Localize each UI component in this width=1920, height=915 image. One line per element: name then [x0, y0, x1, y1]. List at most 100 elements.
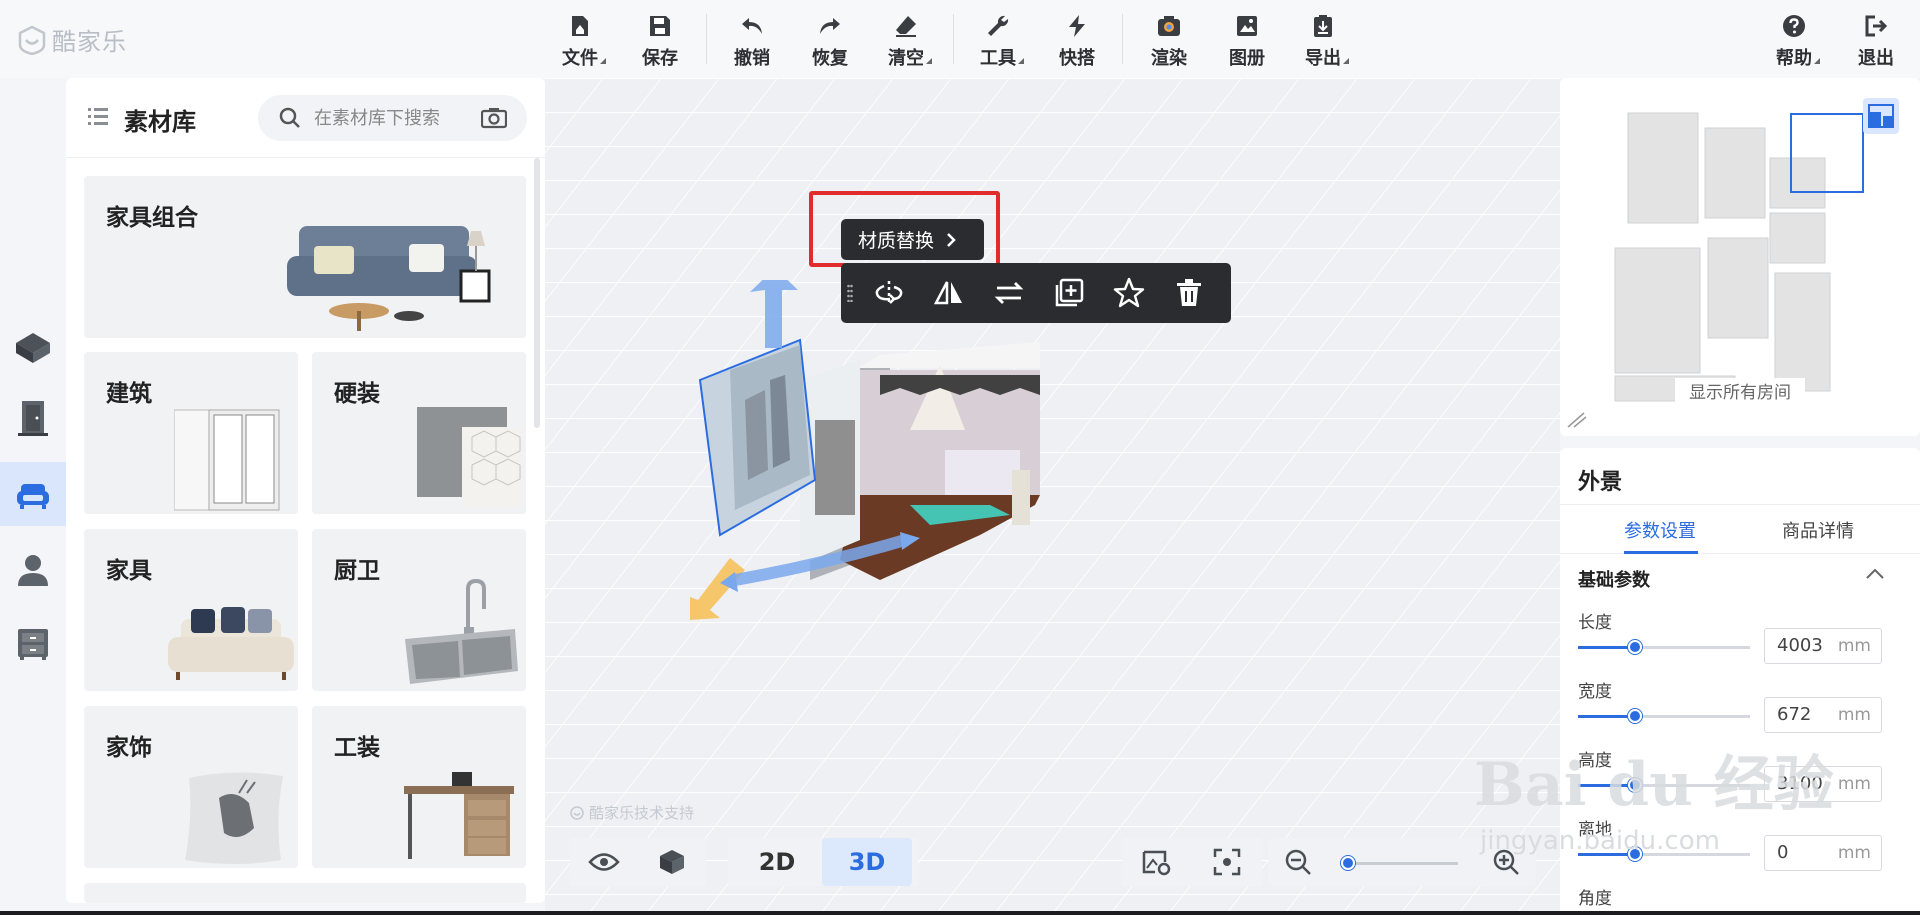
tools-button[interactable]: 工具 — [968, 10, 1028, 70]
zoom-slider-knob[interactable] — [1341, 856, 1355, 870]
library-scrollbar[interactable] — [534, 158, 540, 428]
redo-icon — [820, 18, 840, 34]
wrench-icon — [988, 15, 1009, 36]
rail-cabinet[interactable] — [0, 612, 66, 676]
rotate-button[interactable] — [859, 263, 919, 323]
tab-params[interactable]: 参数设置 — [1624, 517, 1696, 543]
door-icon — [18, 401, 48, 436]
view-3d-button[interactable]: 3D — [822, 838, 912, 886]
logout-icon — [1865, 15, 1888, 37]
floor-cube-icon — [16, 333, 50, 363]
param-value-input[interactable]: 4003 mm — [1764, 628, 1882, 664]
chevron-up-icon[interactable] — [1865, 568, 1885, 580]
card-kitchen-bath[interactable]: 厨卫 — [312, 529, 526, 691]
card-more[interactable] — [84, 883, 526, 903]
param-slider-knob[interactable] — [1627, 640, 1642, 654]
card-furniture-set[interactable]: 家具组合 — [84, 176, 526, 338]
favorite-button[interactable] — [1099, 263, 1159, 323]
card-furniture[interactable]: 家具 — [84, 529, 298, 691]
powered-by-label: 酷家乐技术支持 — [589, 804, 695, 822]
duplicate-button[interactable] — [1039, 263, 1099, 323]
rail-user[interactable] — [0, 538, 66, 602]
mirror-button[interactable] — [919, 263, 979, 323]
card-architecture[interactable]: 建筑 — [84, 352, 298, 514]
card-tooling[interactable]: 工装 — [312, 706, 526, 868]
pillow-image — [185, 772, 283, 864]
search-input[interactable] — [314, 107, 464, 129]
undo-label: 撤销 — [734, 48, 770, 69]
clear-label: 清空 — [888, 48, 924, 69]
resize-handle-icon[interactable] — [1566, 411, 1588, 429]
help-button[interactable]: 帮助 — [1764, 10, 1824, 70]
param-value-input[interactable]: 0 mm — [1764, 835, 1882, 871]
replace-button[interactable] — [979, 263, 1039, 323]
desk-image — [404, 772, 514, 859]
library-search[interactable] — [258, 95, 527, 141]
render-button[interactable]: 渲染 — [1139, 10, 1199, 70]
save-button[interactable]: 保存 — [630, 10, 690, 70]
trash-icon — [1177, 279, 1201, 306]
zoom-out-button[interactable] — [1268, 838, 1328, 886]
list-icon[interactable] — [88, 107, 110, 127]
cube-view-button[interactable] — [638, 838, 706, 886]
help-icon — [1783, 15, 1805, 37]
param-slider-knob[interactable] — [1627, 709, 1642, 723]
minimap-panel[interactable]: 显示所有房间 — [1560, 78, 1920, 436]
export-button[interactable]: 导出 — [1293, 10, 1353, 70]
param-label: 长度 — [1578, 613, 1612, 633]
card-hard-decor-label: 硬装 — [334, 381, 380, 407]
watermark: Bai du 经验 — [1474, 750, 1834, 820]
param-value-input[interactable]: 672 mm — [1764, 697, 1882, 733]
card-home-decor[interactable]: 家饰 — [84, 706, 298, 868]
rail-floorplan[interactable] — [0, 316, 66, 380]
param-row: 宽度 672 mm — [1578, 677, 1898, 737]
viewport-indicator[interactable] — [1790, 113, 1864, 193]
logo-small-icon — [570, 805, 584, 820]
exit-button[interactable]: 退出 — [1846, 10, 1906, 70]
clear-button[interactable]: 清空 — [876, 10, 936, 70]
redo-button[interactable]: 恢复 — [800, 10, 860, 70]
sink-image — [405, 579, 518, 684]
delete-button[interactable] — [1159, 263, 1219, 323]
exit-label: 退出 — [1858, 48, 1894, 69]
tools-label: 工具 — [980, 48, 1016, 69]
camera-settings-button[interactable] — [1122, 838, 1192, 886]
param-label: 宽度 — [1578, 682, 1612, 702]
properties-tabs: 参数设置 商品详情 — [1560, 504, 1920, 554]
redo-label: 恢复 — [812, 48, 848, 69]
rail-architecture[interactable] — [0, 386, 66, 450]
view-mode-switch: 2D 3D — [728, 838, 918, 886]
focus-button[interactable] — [1192, 838, 1262, 886]
help-label: 帮助 — [1776, 48, 1812, 69]
star-icon — [1113, 277, 1145, 308]
param-slider-fill — [1578, 646, 1635, 649]
file-button[interactable]: 文件 — [550, 10, 610, 70]
export-icon — [1314, 15, 1332, 37]
album-button[interactable]: 图册 — [1217, 10, 1277, 70]
undo-button[interactable]: 撤销 — [722, 10, 782, 70]
card-hard-decor[interactable]: 硬装 — [312, 352, 526, 514]
visibility-button[interactable] — [570, 838, 638, 886]
lightning-icon — [1069, 15, 1085, 37]
param-value: 672 — [1777, 704, 1812, 725]
minimap-toggle-button[interactable] — [1863, 98, 1899, 134]
render-label: 渲染 — [1151, 48, 1187, 69]
quick-build-button[interactable]: 快搭 — [1047, 10, 1107, 70]
tab-product-detail[interactable]: 商品详情 — [1782, 517, 1854, 543]
room-model[interactable] — [690, 280, 1060, 625]
zoom-slider-track[interactable] — [1348, 862, 1458, 865]
floorplan-toggle-icon — [1868, 104, 1894, 128]
camera-icon[interactable] — [481, 107, 507, 129]
search-icon[interactable] — [278, 106, 302, 130]
eraser-icon — [896, 16, 916, 37]
view-2d-button[interactable]: 2D — [732, 838, 822, 886]
param-row: 长度 4003 mm — [1578, 608, 1898, 668]
camera-settings-icon — [1142, 850, 1171, 876]
rail-furniture[interactable] — [0, 462, 66, 526]
show-all-rooms-button[interactable]: 显示所有房间 — [1675, 378, 1805, 408]
tiles-image — [417, 407, 522, 507]
drag-handle[interactable] — [841, 263, 859, 323]
eye-icon — [588, 853, 620, 871]
cube-icon — [660, 850, 684, 874]
powered-by: 酷家乐技术支持 — [570, 802, 694, 823]
